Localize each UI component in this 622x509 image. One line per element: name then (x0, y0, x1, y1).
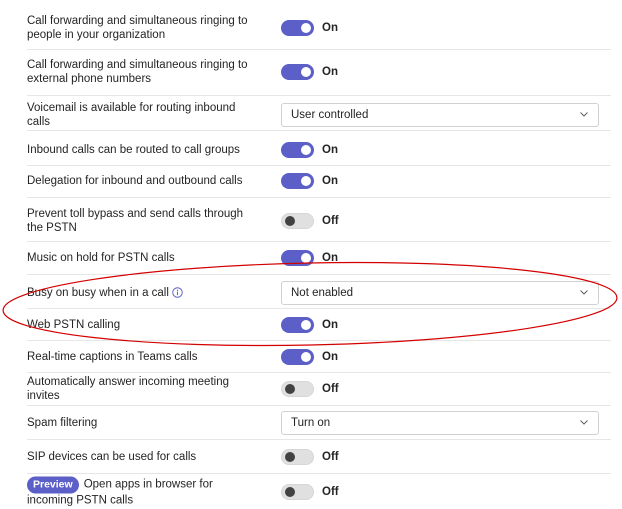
setting-label-text: Voicemail is available for routing inbou… (27, 102, 236, 128)
call-forwarding-and-simultaneous-ringing-to-people-in-your-organization-toggle[interactable] (281, 20, 314, 36)
toggle-knob (301, 253, 311, 263)
toggle-state-label: On (322, 351, 338, 363)
toggle-knob (285, 216, 295, 226)
toggle-control: On (281, 173, 338, 189)
toggle-state-label: On (322, 175, 338, 187)
toggle-state-label: On (322, 22, 338, 34)
setting-label-text: SIP devices can be used for calls (27, 451, 197, 463)
delegation-for-inbound-and-outbound-calls-toggle[interactable] (281, 173, 314, 189)
call-forwarding-and-simultaneous-ringing-to-external-phone-numbers-toggle[interactable] (281, 64, 314, 80)
dropdown-value: Not enabled (291, 287, 354, 299)
setting-label-text: Web PSTN calling (27, 319, 121, 331)
setting-row-sip-devices-can-be-used-for-calls: SIP devices can be used for calls Off (27, 440, 611, 474)
setting-row-spam-filtering: Spam filtering Turn on (27, 406, 611, 440)
toggle-knob (285, 452, 295, 462)
setting-label: Preview Open apps in browser for incoming… (27, 476, 257, 508)
toggle-knob (301, 320, 311, 330)
setting-label-text: Music on hold for PSTN calls (27, 252, 175, 264)
sip-devices-can-be-used-for-calls-toggle[interactable] (281, 449, 314, 465)
chevron-down-icon (580, 420, 588, 425)
setting-label: SIP devices can be used for calls (27, 450, 257, 464)
setting-row-call-forwarding-and-simultaneous-ringing-to-external-phone-numbers: Call forwarding and simultaneous ringing… (27, 50, 611, 96)
spam-filtering-dropdown[interactable]: Turn on (281, 411, 599, 435)
setting-row-web-pstn-calling: Web PSTN calling On (27, 309, 611, 341)
setting-label-text: Automatically answer incoming meeting in… (27, 376, 229, 402)
setting-label-text: Busy on busy when in a call (27, 287, 169, 299)
dropdown-value: User controlled (291, 109, 369, 121)
music-on-hold-for-pstn-calls-toggle[interactable] (281, 250, 314, 266)
setting-row-automatically-answer-incoming-meeting-invites: Automatically answer incoming meeting in… (27, 373, 611, 406)
info-icon[interactable] (172, 287, 183, 298)
real-time-captions-in-teams-calls-toggle[interactable] (281, 349, 314, 365)
toggle-state-label: Off (322, 451, 339, 463)
chevron-down-icon (580, 290, 588, 295)
setting-label: Web PSTN calling (27, 318, 257, 332)
setting-label: Music on hold for PSTN calls (27, 251, 257, 265)
toggle-control: On (281, 317, 338, 333)
toggle-state-label: Off (322, 486, 339, 498)
setting-label-text: Call forwarding and simultaneous ringing… (27, 59, 248, 85)
setting-label-text: Inbound calls can be routed to call grou… (27, 144, 240, 156)
toggle-state-label: On (322, 66, 338, 78)
setting-label: Inbound calls can be routed to call grou… (27, 143, 257, 157)
toggle-control: On (281, 20, 338, 36)
toggle-control: Off (281, 484, 339, 500)
toggle-knob (285, 487, 295, 497)
chevron-down-icon (580, 112, 588, 117)
setting-row-open-apps-in-browser-for-incoming-pstn-calls: Preview Open apps in browser for incoming… (27, 474, 611, 508)
setting-label: Busy on busy when in a call (27, 286, 257, 300)
setting-label: Delegation for inbound and outbound call… (27, 174, 257, 188)
toggle-knob (301, 176, 311, 186)
setting-label: Call forwarding and simultaneous ringing… (27, 58, 257, 86)
setting-row-real-time-captions-in-teams-calls: Real-time captions in Teams calls On (27, 341, 611, 373)
web-pstn-calling-toggle[interactable] (281, 317, 314, 333)
setting-row-prevent-toll-bypass-and-send-calls-through-the-pstn: Prevent toll bypass and send calls throu… (27, 198, 611, 242)
toggle-control: Off (281, 449, 339, 465)
setting-label: Spam filtering (27, 416, 257, 430)
setting-label-text: Prevent toll bypass and send calls throu… (27, 208, 244, 234)
busy-on-busy-when-in-a-call-dropdown[interactable]: Not enabled (281, 281, 599, 305)
setting-label-text: Real-time captions in Teams calls (27, 351, 198, 363)
setting-row-music-on-hold-for-pstn-calls: Music on hold for PSTN calls On (27, 242, 611, 275)
setting-label: Real-time captions in Teams calls (27, 350, 257, 364)
toggle-state-label: On (322, 252, 338, 264)
toggle-control: Off (281, 381, 339, 397)
preview-badge: Preview (27, 476, 79, 494)
setting-label: Call forwarding and simultaneous ringing… (27, 14, 257, 42)
setting-label-text: Spam filtering (27, 417, 98, 429)
setting-row-inbound-calls-can-be-routed-to-call-groups: Inbound calls can be routed to call grou… (27, 131, 611, 166)
toggle-control: On (281, 142, 338, 158)
toggle-state-label: Off (322, 215, 339, 227)
setting-label: Voicemail is available for routing inbou… (27, 101, 257, 129)
setting-row-call-forwarding-and-simultaneous-ringing-to-people-in-your-organization: Call forwarding and simultaneous ringing… (27, 0, 611, 50)
prevent-toll-bypass-and-send-calls-through-the-pstn-toggle[interactable] (281, 213, 314, 229)
inbound-calls-can-be-routed-to-call-groups-toggle[interactable] (281, 142, 314, 158)
setting-row-delegation-for-inbound-and-outbound-calls: Delegation for inbound and outbound call… (27, 166, 611, 198)
dropdown-value: Turn on (291, 417, 331, 429)
toggle-knob (301, 23, 311, 33)
toggle-control: On (281, 349, 338, 365)
toggle-knob (285, 384, 295, 394)
open-apps-in-browser-for-incoming-pstn-calls-toggle[interactable] (281, 484, 314, 500)
setting-label-text: Call forwarding and simultaneous ringing… (27, 15, 248, 41)
setting-label-text: Delegation for inbound and outbound call… (27, 175, 243, 187)
toggle-state-label: On (322, 319, 338, 331)
automatically-answer-incoming-meeting-invites-toggle[interactable] (281, 381, 314, 397)
toggle-knob (301, 352, 311, 362)
toggle-control: Off (281, 213, 339, 229)
toggle-control: On (281, 64, 338, 80)
toggle-state-label: Off (322, 383, 339, 395)
voicemail-is-available-for-routing-inbound-calls-dropdown[interactable]: User controlled (281, 103, 599, 127)
setting-row-voicemail-is-available-for-routing-inbound-calls: Voicemail is available for routing inbou… (27, 96, 611, 131)
setting-label: Automatically answer incoming meeting in… (27, 375, 257, 403)
toggle-knob (301, 67, 311, 77)
setting-row-busy-on-busy-when-in-a-call: Busy on busy when in a call Not enabled (27, 275, 611, 309)
toggle-control: On (281, 250, 338, 266)
toggle-state-label: On (322, 144, 338, 156)
toggle-knob (301, 145, 311, 155)
setting-label: Prevent toll bypass and send calls throu… (27, 207, 257, 235)
